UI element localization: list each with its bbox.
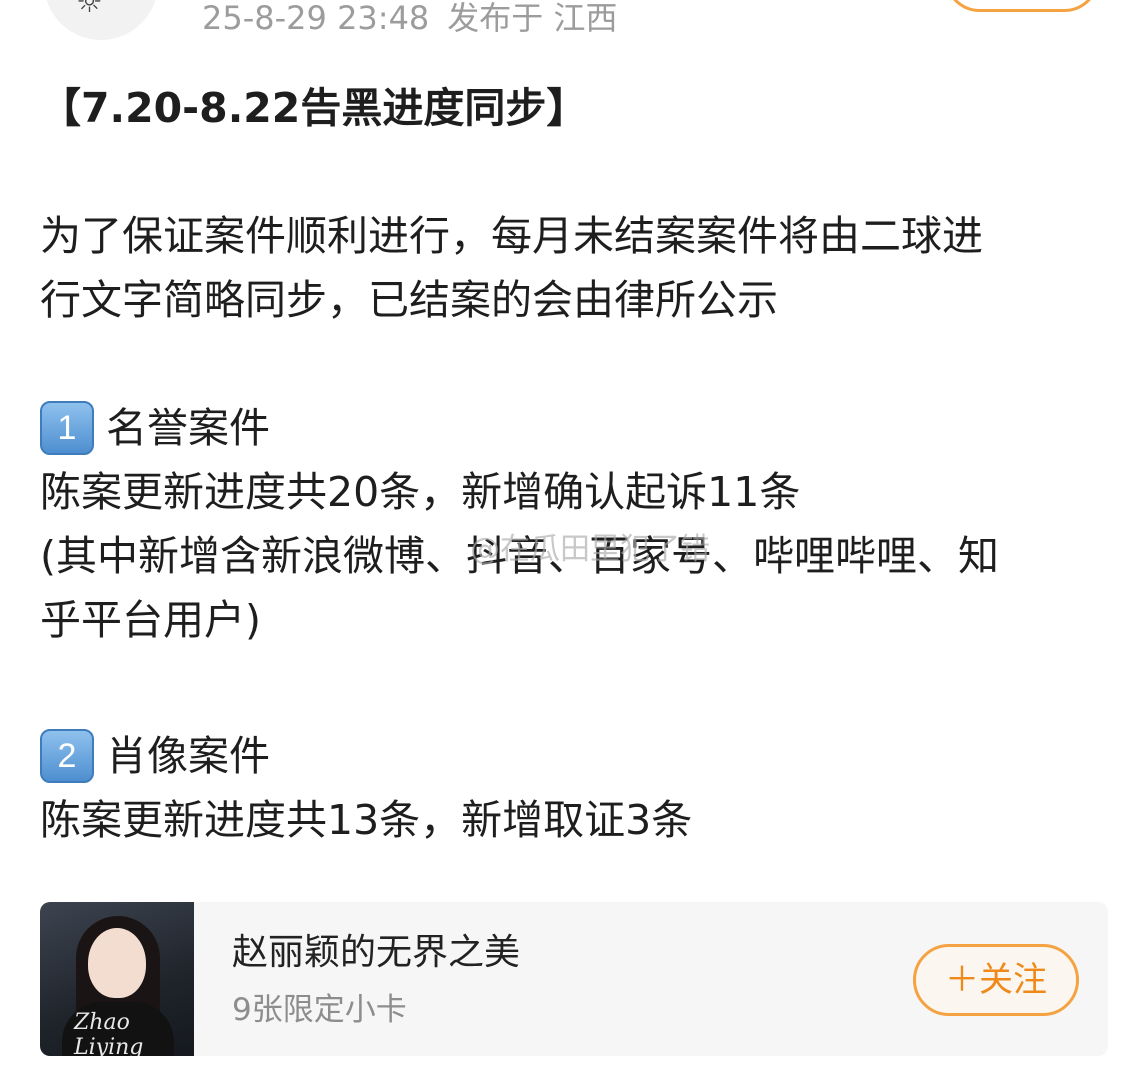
cover-face xyxy=(88,928,146,998)
cover-signature: Zhao Liying xyxy=(74,1010,144,1056)
section-heading-defamation: 1 名誉案件 xyxy=(40,396,1108,460)
post-intro-line-2: 行文字简略同步，已结案的会由律所公示 xyxy=(40,276,778,324)
card-title[interactable]: 赵丽颖的无界之美 xyxy=(232,930,520,976)
section-title: 肖像案件 xyxy=(106,732,270,780)
follow-button[interactable]: ＋关注 xyxy=(913,944,1079,1016)
post-location: 发布于 江西 xyxy=(447,0,618,37)
section-title: 名誉案件 xyxy=(106,404,270,452)
sun-icon: ☼ xyxy=(76,0,103,20)
post-body: 【7.20-8.22告黑进度同步】 为了保证案件顺利进行，每月未结案案件将由二球… xyxy=(40,76,1108,852)
card-subtitle: 9张限定小卡 xyxy=(232,992,407,1028)
post-title: 【7.20-8.22告黑进度同步】 xyxy=(40,84,588,132)
post-timestamp: 25-8-29 23:48 xyxy=(202,0,430,37)
promo-card[interactable]: Zhao Liying 赵丽颖的无界之美 9张限定小卡 ＋关注 xyxy=(40,902,1108,1056)
section-text: 陈案更新进度共13条，新增取证3条 xyxy=(40,796,693,844)
section-text: 乎平台用户) xyxy=(40,596,261,644)
avatar[interactable]: ☼ xyxy=(44,0,158,40)
post-meta: 25-8-29 23:48 发布于 江西 xyxy=(202,0,617,38)
card-cover-image[interactable]: Zhao Liying xyxy=(40,902,194,1056)
post-intro-line-1: 为了保证案件顺利进行，每月未结案案件将由二球进 xyxy=(40,212,983,260)
section-heading-portrait: 2 肖像案件 xyxy=(40,724,1108,788)
section-text: 陈案更新进度共20条，新增确认起诉11条 xyxy=(40,468,801,516)
header-follow-button[interactable] xyxy=(944,0,1100,12)
keycap-one-icon: 1 xyxy=(40,401,94,455)
section-text: (其中新增含新浪微博、抖音、百家号、哔哩哔哩、知 xyxy=(40,532,999,580)
keycap-two-icon: 2 xyxy=(40,729,94,783)
